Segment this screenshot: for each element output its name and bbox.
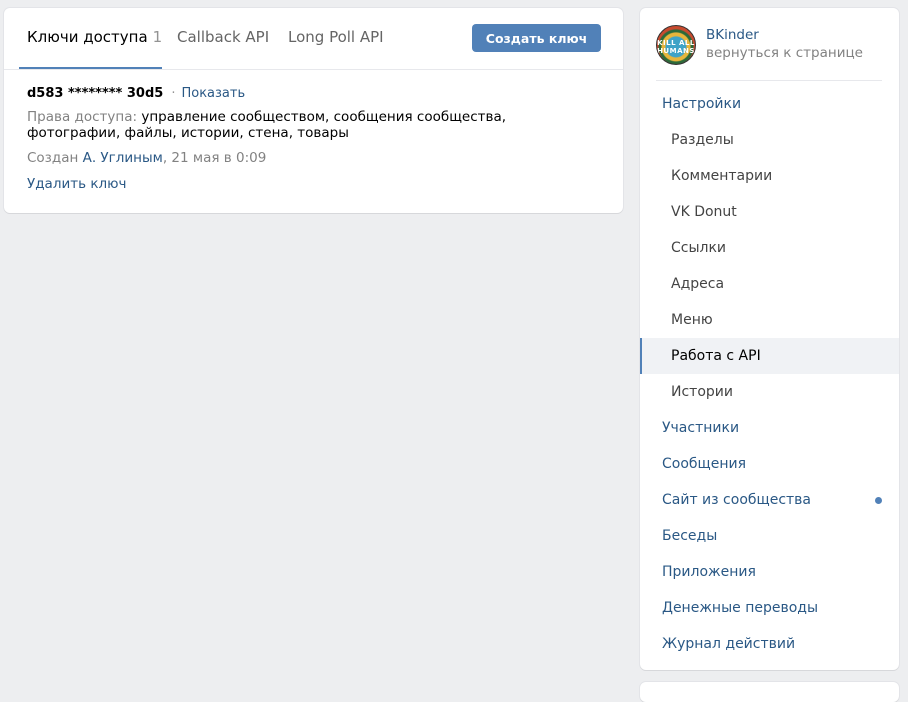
sidebar-item-7[interactable]: Меню: [640, 302, 899, 338]
sidebar-item-label: Меню: [671, 312, 713, 328]
sidebar-item-label: Комментарии: [671, 168, 773, 184]
access-key-item: d583 ******** 30d5 · Показать Права доступ…: [27, 86, 603, 192]
divider: [656, 80, 882, 81]
sidebar-secondary-card: [640, 682, 899, 702]
delete-key-link[interactable]: Удалить ключ: [27, 176, 126, 192]
sidebar-item-12[interactable]: Сайт из сообщества: [640, 482, 899, 518]
sidebar-item-label: Истории: [671, 384, 733, 400]
sidebar-item-label: Адреса: [671, 276, 725, 292]
api-keys-panel: Ключи доступа 1 Callback API Long Poll AP…: [4, 8, 623, 213]
active-tab-indicator: [19, 67, 162, 69]
sidebar-item-14[interactable]: Приложения: [640, 554, 899, 590]
sidebar-item-label: Ссылки: [671, 240, 727, 256]
sidebar-item-16[interactable]: Журнал действий: [640, 626, 899, 662]
separator-dot: ·: [171, 86, 176, 101]
created-info: Создан А. Углиным, 21 мая в 0:09: [27, 150, 603, 166]
created-by-link[interactable]: А. Углиным: [83, 150, 163, 166]
access-rights: Права доступа: управление сообществом, с…: [27, 109, 597, 141]
tab-long-poll-api[interactable]: Long Poll API: [288, 28, 384, 46]
tab-access-keys-count: 1: [152, 28, 163, 46]
sidebar-item-label: Разделы: [671, 132, 734, 148]
sidebar-item-label: Настройки: [662, 96, 742, 112]
sidebar-item-1[interactable]: Настройки: [640, 86, 899, 122]
created-prefix: Создан: [27, 150, 79, 166]
sidebar-item-10[interactable]: Участники: [640, 410, 899, 446]
sidebar-item-8[interactable]: Работа с API: [640, 338, 899, 374]
tab-bar: Ключи доступа 1 Callback API Long Poll AP…: [4, 8, 623, 70]
create-key-button[interactable]: Создать ключ: [472, 24, 601, 52]
sidebar-item-label: Приложения: [662, 564, 756, 580]
back-to-page-link[interactable]: вернуться к странице: [706, 45, 863, 61]
sidebar-item-label: Денежные переводы: [662, 600, 819, 616]
sidebar-item-5[interactable]: Ссылки: [640, 230, 899, 266]
sidebar-item-label: Сообщения: [662, 456, 747, 472]
masked-key: d583 ******** 30d5: [27, 86, 164, 101]
sidebar-item-6[interactable]: Адреса: [640, 266, 899, 302]
sidebar-item-label: VK Donut: [671, 204, 737, 220]
sidebar-item-15[interactable]: Денежные переводы: [640, 590, 899, 626]
tab-access-keys-label: Ключи доступа: [27, 28, 148, 46]
sidebar-item-11[interactable]: Сообщения: [640, 446, 899, 482]
settings-sidebar: KILL ALL HUMANS BKinder вернуться к стра…: [640, 8, 899, 670]
community-name[interactable]: BKinder: [706, 27, 759, 43]
created-date: , 21 мая в 0:09: [162, 150, 267, 166]
access-rights-label: Права доступа:: [27, 109, 138, 125]
tab-access-keys[interactable]: Ключи доступа 1: [27, 28, 162, 46]
show-key-link[interactable]: Показать: [181, 86, 245, 101]
settings-menu: Настройки Разделы Комментарии VK Donut Ссылк…: [640, 86, 899, 662]
sidebar-item-9[interactable]: Истории: [640, 374, 899, 410]
sidebar-item-label: Журнал действий: [662, 636, 796, 652]
sidebar-item-label: Участники: [662, 420, 740, 436]
sidebar-item-4[interactable]: VK Donut: [640, 194, 899, 230]
sidebar-item-3[interactable]: Комментарии: [640, 158, 899, 194]
sidebar-item-label: Беседы: [662, 528, 718, 544]
sidebar-item-2[interactable]: Разделы: [640, 122, 899, 158]
avatar[interactable]: KILL ALL HUMANS: [656, 25, 696, 65]
avatar-text: KILL ALL HUMANS: [657, 39, 695, 55]
sidebar-item-label: Сайт из сообщества: [662, 492, 811, 508]
notification-dot-icon: [875, 497, 882, 504]
community-profile: KILL ALL HUMANS BKinder вернуться к стра…: [656, 23, 882, 69]
tab-callback-api[interactable]: Callback API: [177, 28, 269, 46]
sidebar-item-label: Работа с API: [671, 348, 761, 364]
sidebar-item-13[interactable]: Беседы: [640, 518, 899, 554]
